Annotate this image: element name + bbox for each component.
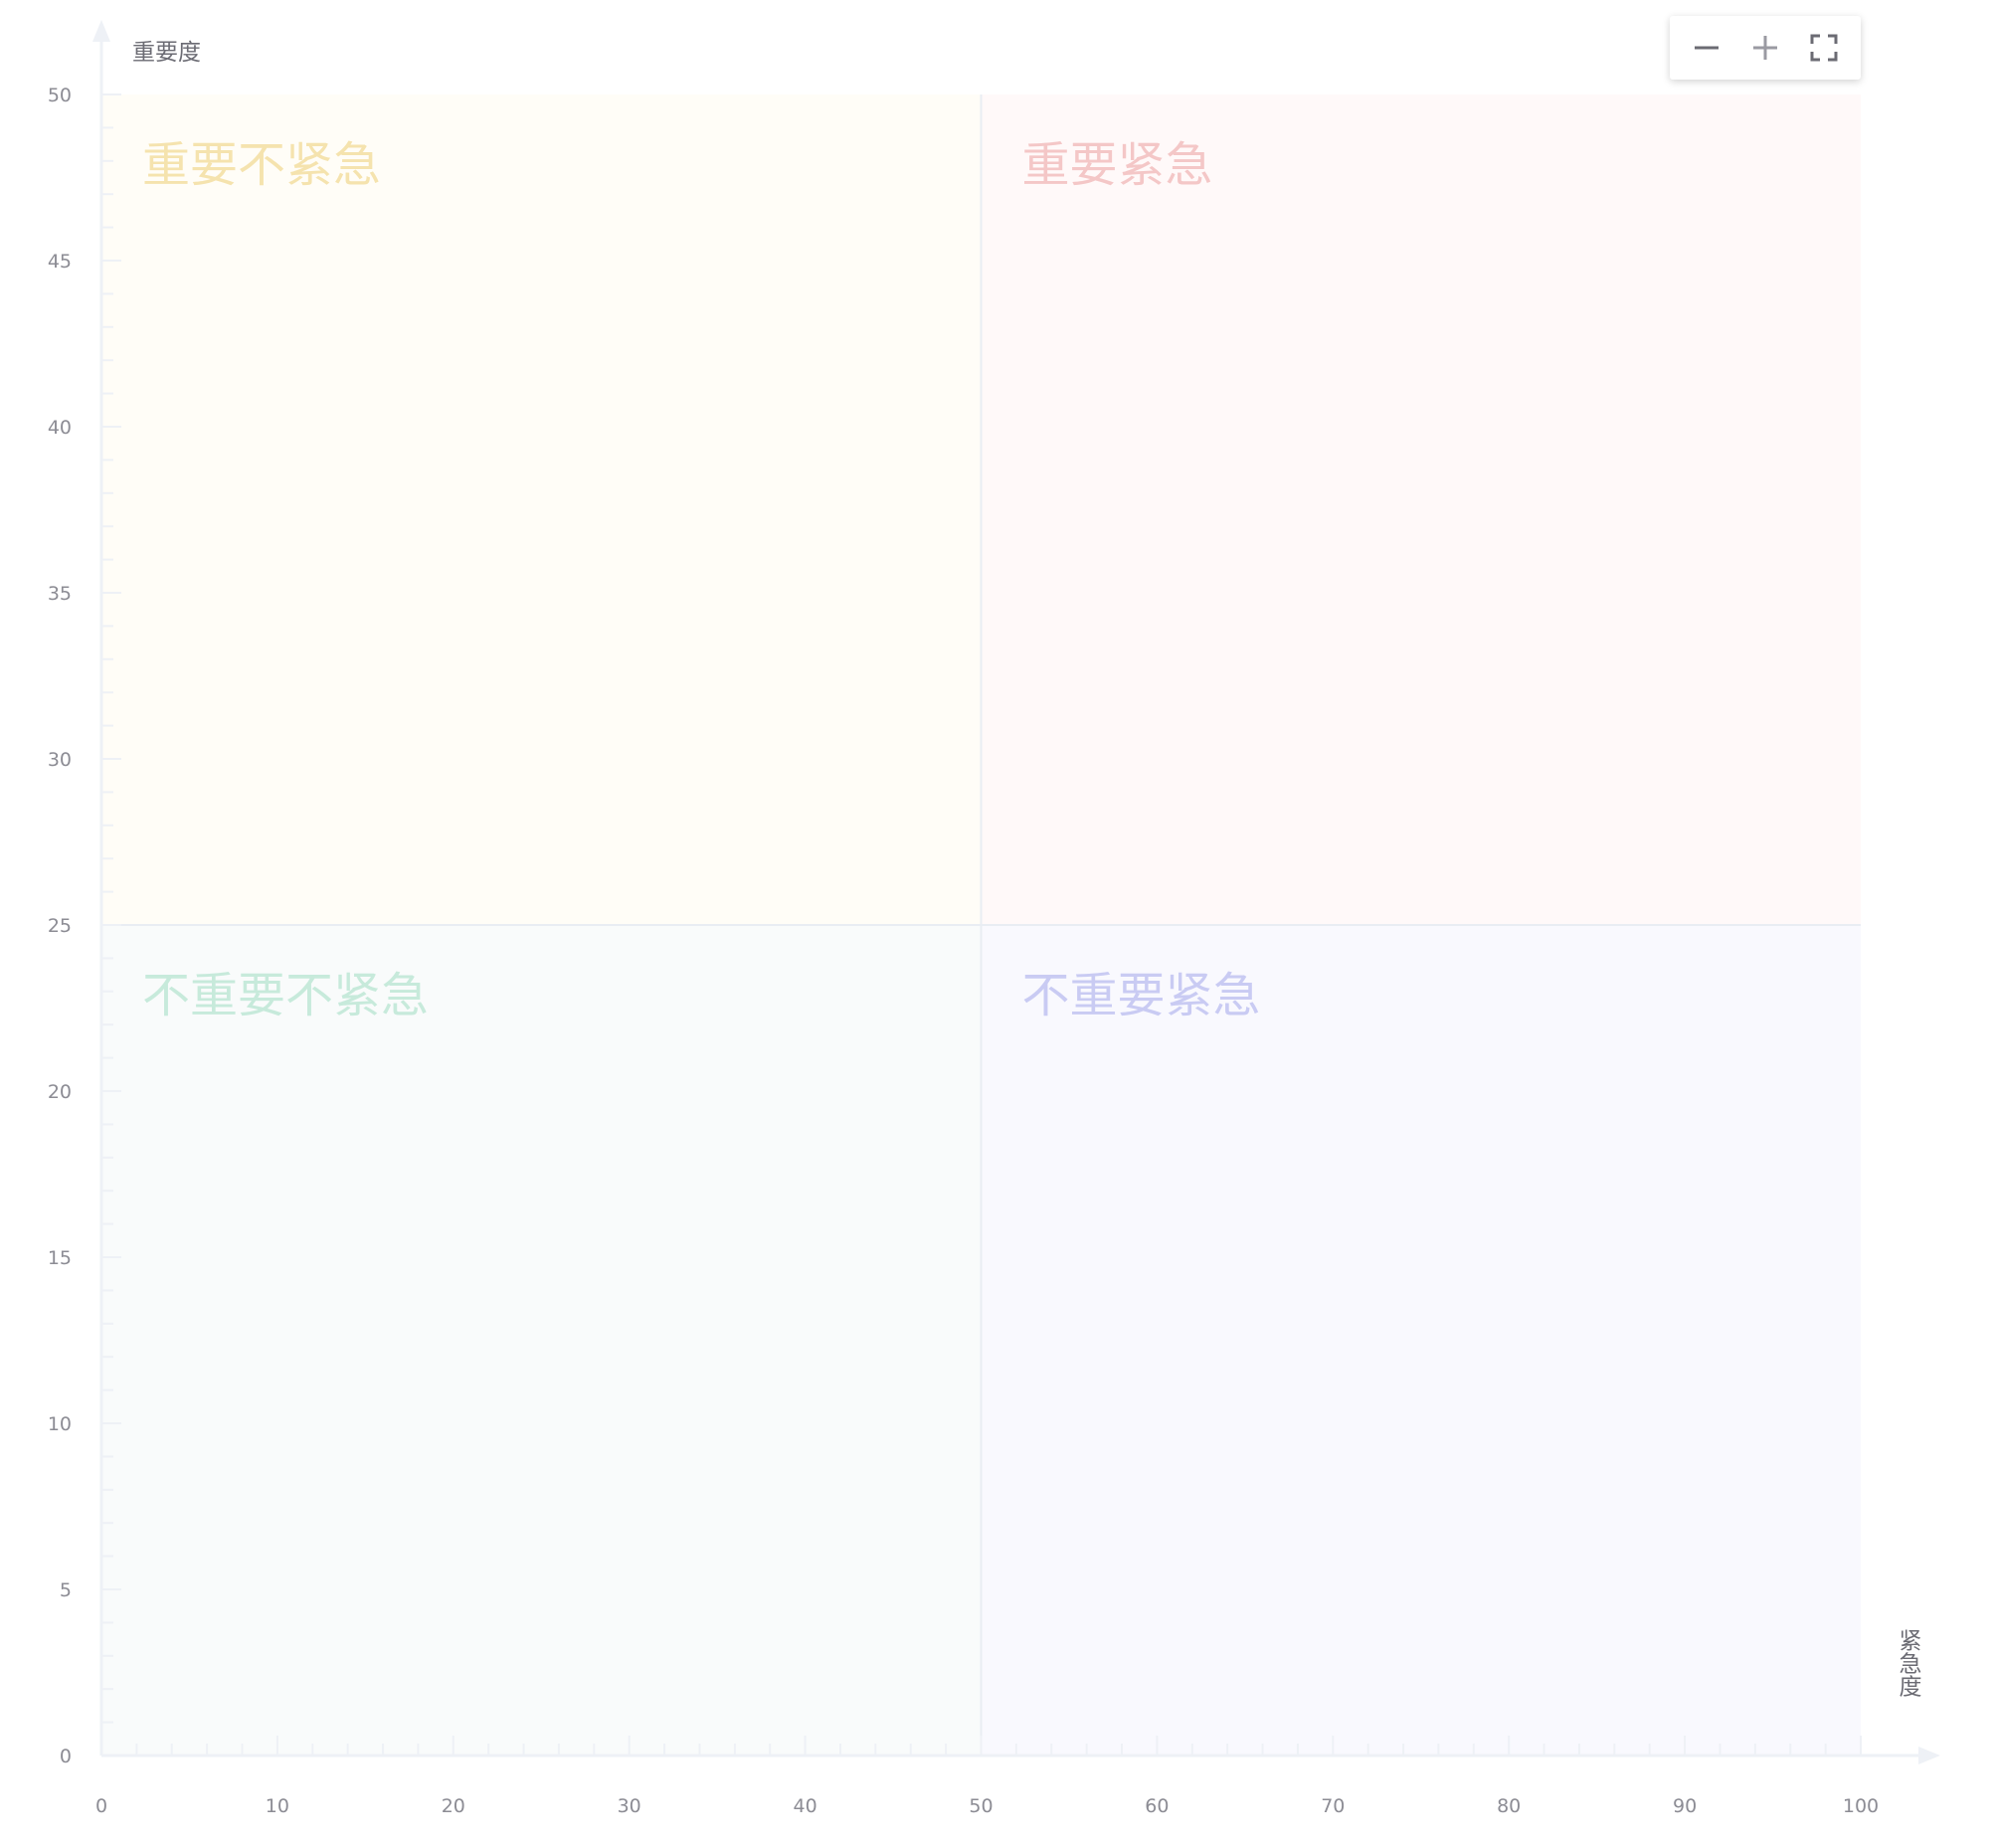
x-tick-label: 10 <box>266 1795 289 1817</box>
x-tick-label: 30 <box>618 1795 641 1817</box>
zoom-out-button[interactable] <box>1684 25 1729 71</box>
y-tick-label: 30 <box>48 749 72 771</box>
x-tick-label: 70 <box>1321 1795 1345 1817</box>
quadrant-label-3: 不重要紧急 <box>1022 968 1261 1023</box>
quadrant-label-1: 重要紧急 <box>1022 137 1213 193</box>
x-tick-label: 60 <box>1145 1795 1169 1817</box>
x-axis-title: 紧急度 <box>1895 1629 1922 1698</box>
minus-icon <box>1695 46 1720 50</box>
y-tick-label: 15 <box>48 1247 72 1269</box>
x-tick-label: 80 <box>1497 1795 1521 1817</box>
quadrant-chart: 0 10 20 30 40 50 60 70 80 90 100 0 5 10 15 20 25 30 35 40 45… <box>48 20 1940 1817</box>
zoom-in-button[interactable] <box>1742 25 1788 71</box>
y-axis-title: 重要度 <box>132 40 201 66</box>
y-axis-arrow <box>92 20 110 42</box>
x-tick-label: 0 <box>95 1795 107 1817</box>
y-tick-label: 45 <box>48 251 72 273</box>
y-tick-label: 35 <box>48 583 72 605</box>
quadrant-chart-canvas: 0 10 20 30 40 50 60 70 80 90 100 0 5 10 15 20 25 30 35 40 45… <box>0 0 1993 1848</box>
y-tick-label: 20 <box>48 1081 72 1103</box>
y-tick-label: 10 <box>48 1413 72 1435</box>
y-tick-label: 50 <box>48 85 72 106</box>
quadrant-bg-1 <box>981 94 1861 925</box>
quadrant-bg-2 <box>101 925 982 1756</box>
quadrant-label-2: 不重要不紧急 <box>142 968 429 1023</box>
x-tick-label: 50 <box>969 1795 993 1817</box>
quadrant-label-0: 重要不紧急 <box>142 137 381 193</box>
chart-toolbar <box>1670 16 1861 80</box>
x-tick-label: 90 <box>1673 1795 1697 1817</box>
x-axis-arrow <box>1918 1747 1940 1764</box>
plus-icon <box>1752 36 1777 60</box>
y-tick-label: 25 <box>48 915 72 937</box>
y-tick-label: 40 <box>48 417 72 439</box>
fullscreen-icon <box>1810 34 1838 62</box>
x-tick-label: 40 <box>794 1795 817 1817</box>
y-tick-label: 0 <box>60 1746 72 1767</box>
y-tick-label: 5 <box>60 1579 72 1601</box>
fullscreen-button[interactable] <box>1801 25 1847 71</box>
x-tick-label: 20 <box>442 1795 465 1817</box>
x-tick-label: 100 <box>1843 1795 1879 1817</box>
quadrant-bg-3 <box>981 925 1861 1756</box>
quadrant-bg-0 <box>101 94 982 925</box>
